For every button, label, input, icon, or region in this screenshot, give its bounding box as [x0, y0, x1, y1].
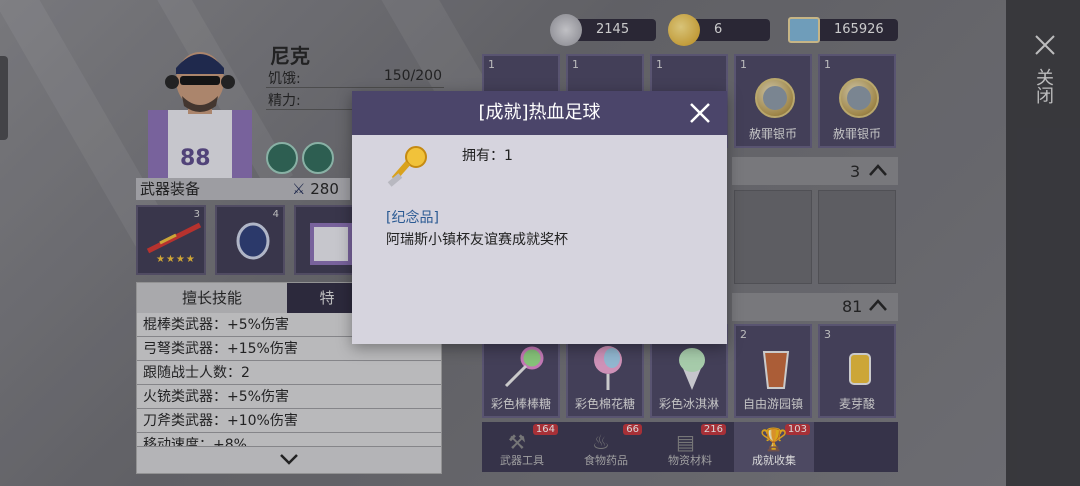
item-description: 阿瑞斯小镇杯友谊赛成就奖杯 — [386, 232, 568, 248]
close-icon[interactable] — [689, 102, 711, 124]
item-detail-modal: [成就]热血足球 拥有：1 [纪念品] 阿瑞斯小镇杯友谊赛成就奖杯 — [352, 91, 727, 344]
trophy-icon — [387, 146, 427, 187]
modal-header: [成就]热血足球 — [352, 91, 727, 135]
modal-title: [成就]热血足球 — [478, 102, 601, 123]
item-category-tag: [纪念品] — [386, 210, 439, 226]
owned-count: 拥有：1 — [462, 148, 513, 164]
